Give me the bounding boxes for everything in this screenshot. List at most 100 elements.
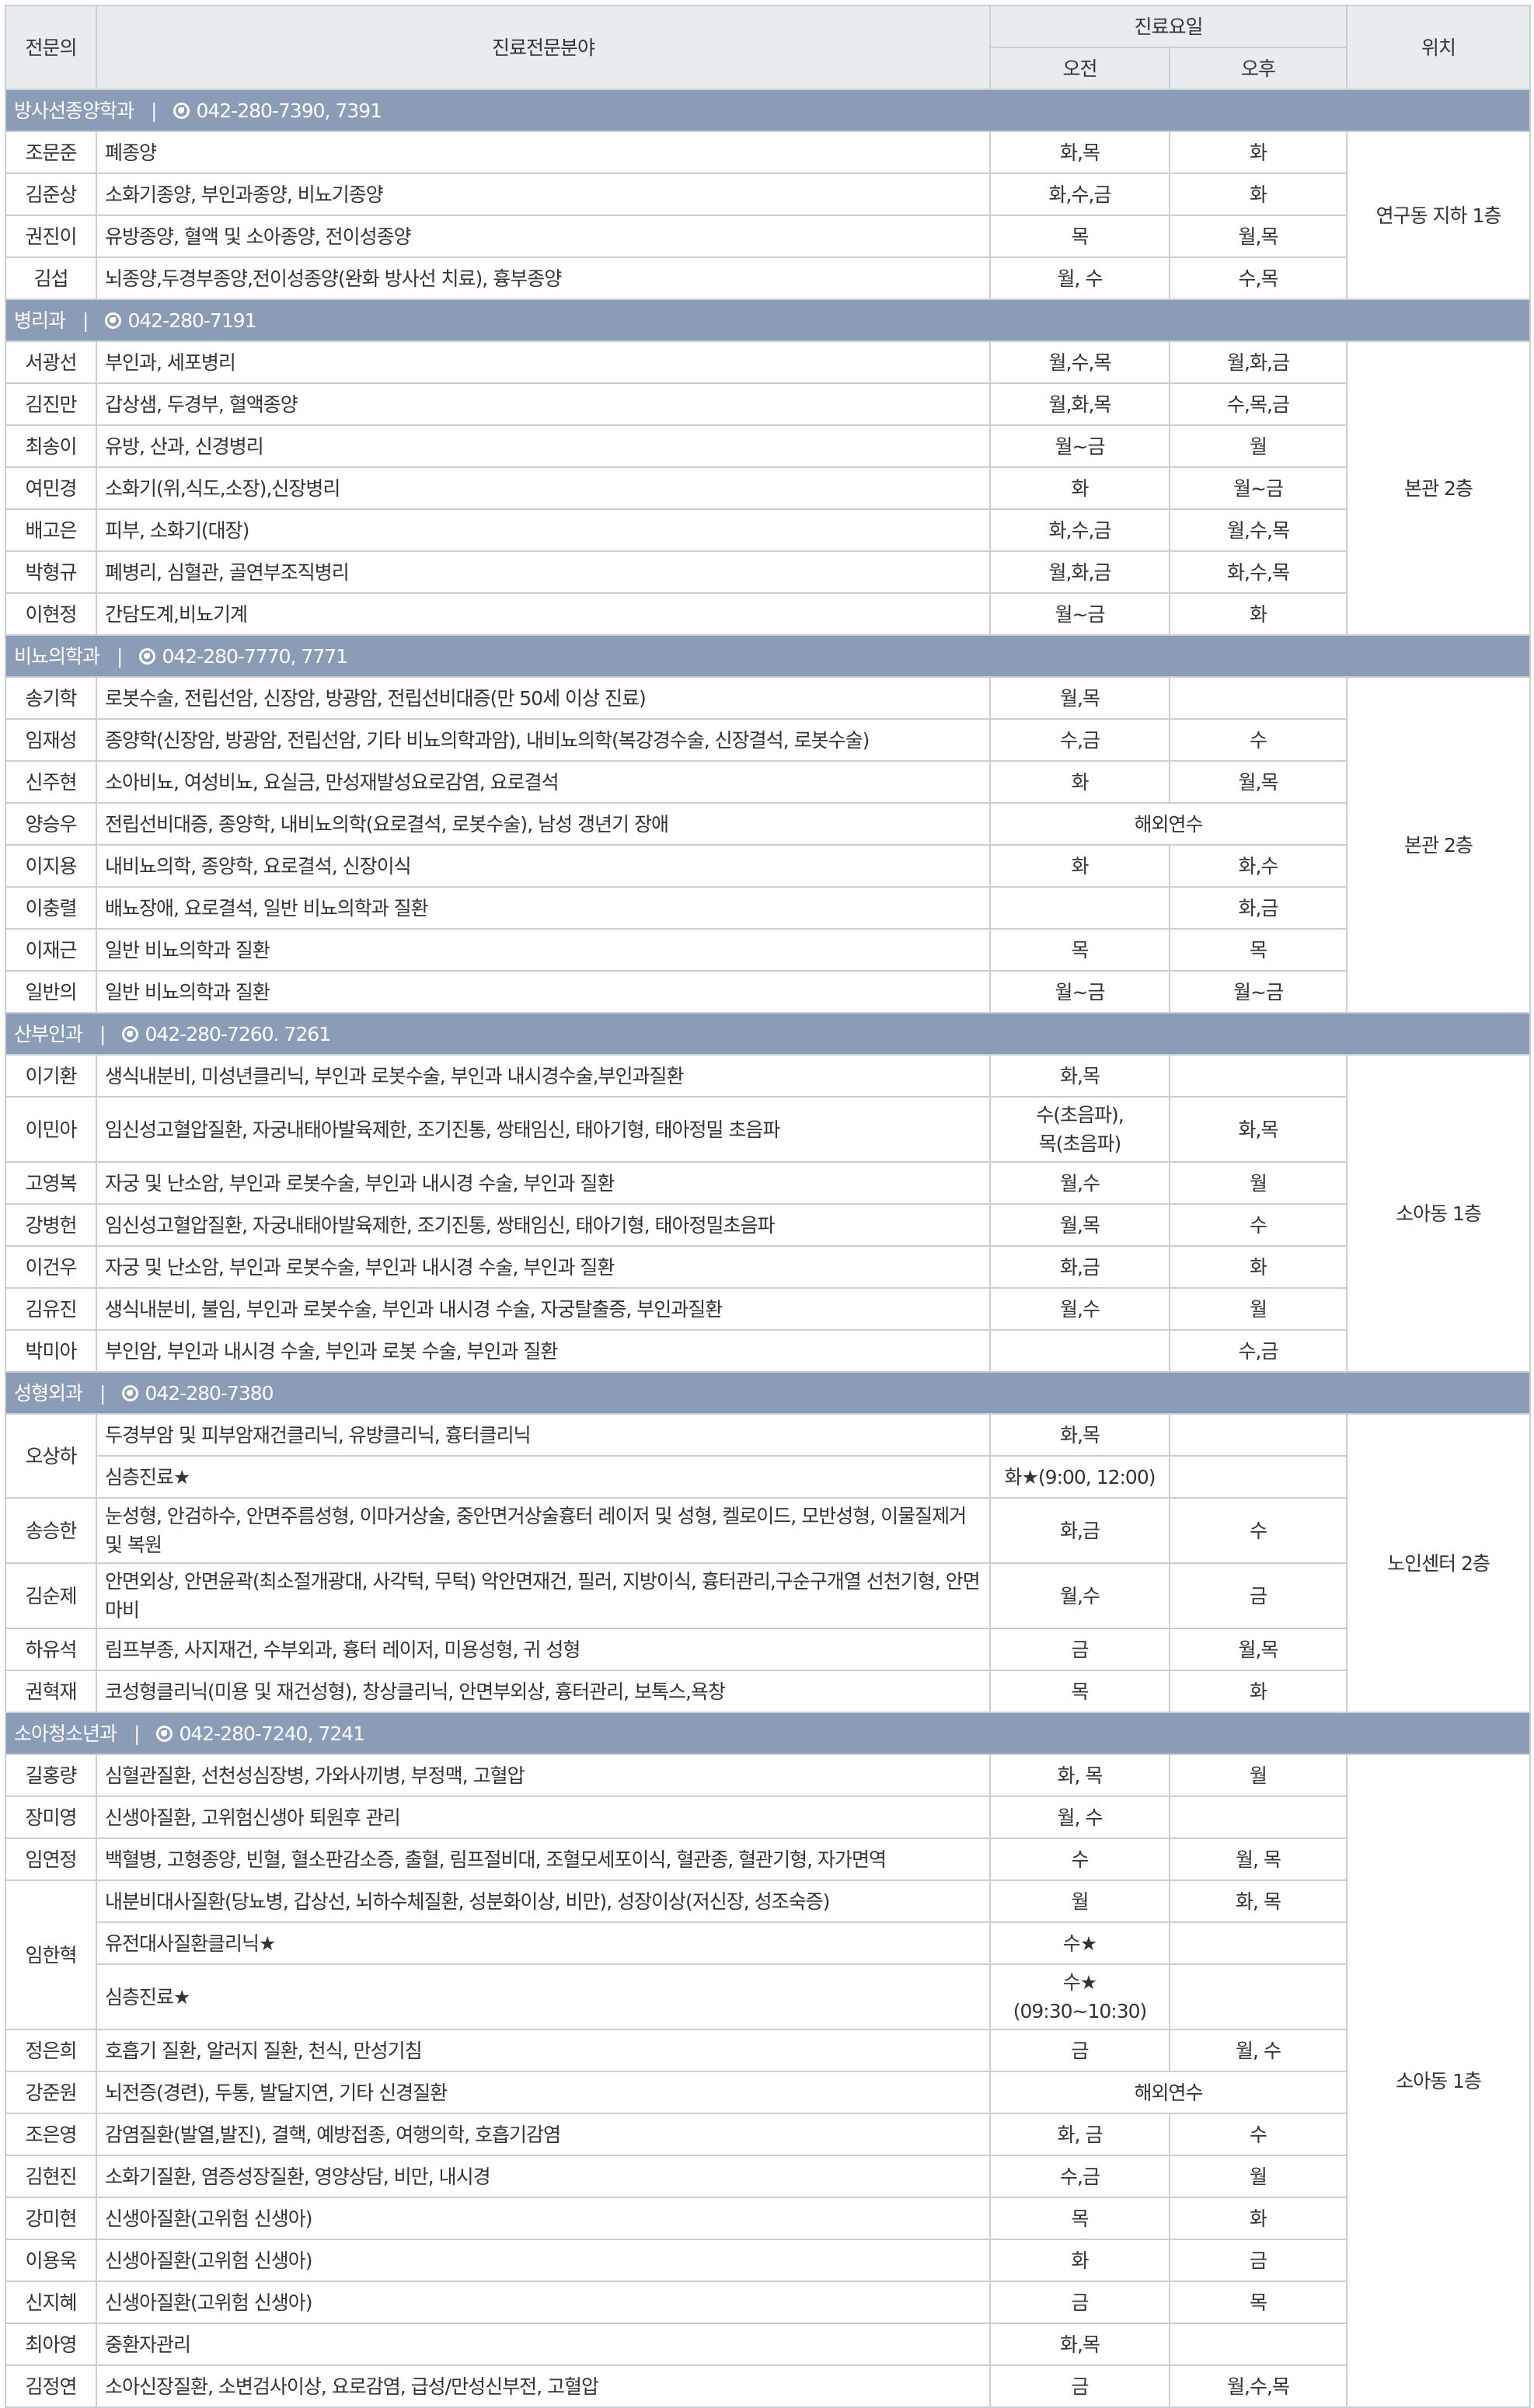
department-phone: 042-280-7770, 7771	[162, 644, 348, 668]
doctor-name: 오상하	[5, 1413, 97, 1499]
pm-schedule: 월	[1168, 2155, 1348, 2198]
department-header-row: 성형외과 | 042-280-7380	[4, 1371, 1532, 1415]
department-header: 소아청소년과 | 042-280-7240, 7241	[4, 1712, 1532, 1755]
department-phone: 042-280-7260. 7261	[145, 1022, 331, 1045]
phone-icon	[122, 1025, 139, 1042]
doctor-name: 박형규	[5, 550, 97, 594]
specialty: 피부, 소화기(대장)	[96, 508, 991, 552]
pm-schedule: 목	[1168, 928, 1348, 972]
department-header: 병리과 | 042-280-7191	[4, 298, 1532, 342]
doctor-name: 여민경	[5, 466, 97, 510]
phone-icon	[156, 1725, 173, 1742]
table-row: 심층진료★ 수★ (09:30~10:30)	[5, 1963, 1530, 2030]
pm-schedule: 화	[1168, 173, 1348, 216]
doctor-name: 이민아	[5, 1096, 97, 1163]
department-name: 비뇨의학과	[14, 644, 100, 668]
am-schedule: 목	[989, 215, 1170, 258]
table-row: 배고은 피부, 소화기(대장) 화,수,금 월,수,목	[5, 508, 1530, 552]
pm-schedule: 수,금	[1168, 1329, 1348, 1373]
table-row: 양승우 전립선비대증, 종양학, 내비뇨의학(요로결석, 로봇수술), 남성 갱년…	[5, 802, 1530, 846]
specialty: 전립선비대증, 종양학, 내비뇨의학(요로결석, 로봇수술), 남성 갱년기 장…	[96, 802, 991, 846]
pm-schedule: 월	[1168, 1754, 1348, 1797]
doctor-name: 이용욱	[5, 2239, 97, 2282]
doctor-name: 임한혁	[5, 1879, 97, 2030]
table-row: 임연정 백혈병, 고형종양, 빈혈, 혈소판감소증, 출혈, 림프절비대, 조혈모…	[5, 1837, 1530, 1881]
am-schedule: 월~금	[989, 592, 1170, 636]
location: 연구동 지하 1층	[1346, 131, 1532, 300]
pm-schedule: 화	[1168, 592, 1348, 636]
table-row: 고영복 자궁 및 난소암, 부인과 로봇수술, 부인과 내시경 수술, 부인과 질…	[5, 1161, 1530, 1205]
department-header-row: 비뇨의학과 | 042-280-7770, 7771	[4, 634, 1532, 678]
department-name: 방사선종양학과	[14, 99, 134, 122]
doctor-name: 이지용	[5, 844, 97, 888]
doctor-name: 장미영	[5, 1796, 97, 1839]
department-header-row: 소아청소년과 | 042-280-7240, 7241	[4, 1712, 1532, 1755]
department-name: 병리과	[14, 309, 66, 332]
pm-schedule: 화	[1168, 1245, 1348, 1289]
am-schedule: 화,목	[989, 131, 1170, 174]
table-body: 방사선종양학과 | 042-280-7390, 7391 조문준 폐종양 화,목 화 연구동 …	[4, 89, 1532, 2408]
doctor-name: 이기환	[5, 1054, 97, 1098]
specialty: 갑상샘, 두경부, 혈액종양	[96, 382, 991, 426]
pm-schedule: 월,수,목	[1168, 508, 1348, 552]
am-schedule: 화,금	[989, 1245, 1170, 1289]
specialty: 임신성고혈압질환, 자궁내태아발육제한, 조기진통, 쌍태임신, 태아기형, 태…	[96, 1096, 991, 1163]
doctor-name: 김섭	[5, 257, 97, 300]
specialty-column-header: 진료전문분야	[96, 5, 991, 90]
table-row: 박미아 부인암, 부인과 내시경 수술, 부인과 로봇 수술, 부인과 질환 수,금	[5, 1329, 1530, 1373]
table-row: 서광선 부인과, 세포병리 월,수,목 월,화,금 본관 2층	[5, 340, 1532, 636]
schedule-note: 해외연수	[988, 2071, 1348, 2114]
am-schedule: 월,화,목	[989, 382, 1170, 426]
table-row: 권혁재 코성형클리닉(미용 및 재건성형), 창상클리닉, 안면부외상, 흉터관리…	[5, 1670, 1530, 1713]
specialty: 생식내분비, 미성년클리닉, 부인과 로봇수술, 부인과 내시경수술,부인과질환	[96, 1054, 991, 1098]
specialty: 뇌전증(경련), 두통, 발달지연, 기타 신경질환	[96, 2071, 991, 2114]
table-row: 최아영 중환자관리 화,목	[5, 2322, 1530, 2366]
table-row: 일반의 일반 비뇨의학과 질환 월~금 월~금	[5, 970, 1530, 1014]
pm-schedule: 수	[1168, 1497, 1348, 1564]
doctor-name: 이현정	[5, 592, 97, 636]
doctor-name: 임연정	[5, 1837, 97, 1881]
doctor-name: 임재성	[5, 718, 97, 762]
department-name: 성형외과	[14, 1381, 83, 1405]
am-schedule: 화	[989, 760, 1170, 804]
phone-icon	[139, 647, 156, 665]
pm-schedule: 월,화,금	[1168, 340, 1348, 384]
department-header: 방사선종양학과 | 042-280-7390, 7391	[4, 89, 1532, 132]
table-row: 이재근 일반 비뇨의학과 질환 목 목	[5, 928, 1530, 972]
am-schedule: 화	[989, 466, 1170, 510]
location: 본관 2층	[1346, 340, 1532, 636]
table-row: 강준원 뇌전증(경련), 두통, 발달지연, 기타 신경질환 해외연수	[5, 2071, 1530, 2114]
department-phone: 042-280-7191	[127, 309, 256, 332]
am-schedule: 화,금	[989, 1497, 1170, 1564]
table-row: 신지혜 신생아질환(고위험 신생아) 금 목	[5, 2281, 1530, 2324]
location: 소아동 1층	[1346, 1754, 1532, 2408]
doctor-name: 신지혜	[5, 2281, 97, 2324]
location: 소아동 1층	[1346, 1054, 1532, 1373]
table-row: 조은영 감염질환(발열,발진), 결핵, 예방접종, 여행의학, 호흡기감염 화, …	[5, 2113, 1530, 2156]
doctor-name: 김현진	[5, 2155, 97, 2198]
department-phone: 042-280-7390, 7391	[196, 99, 382, 122]
specialty: 폐병리, 심혈관, 골연부조직병리	[96, 550, 991, 594]
doctor-name: 김정연	[5, 2364, 97, 2408]
doctor-name: 권진이	[5, 215, 97, 258]
am-schedule: 목	[989, 1670, 1170, 1713]
pm-schedule: 월	[1168, 1287, 1348, 1331]
am-schedule: 월,수	[989, 1287, 1170, 1331]
specialty: 폐종양	[96, 131, 991, 174]
pm-schedule: 금	[1168, 1562, 1348, 1629]
table-row: 이충렬 배뇨장애, 요로결석, 일반 비뇨의학과 질환 화,금	[5, 886, 1530, 930]
doctor-name: 길홍량	[5, 1754, 97, 1797]
location-column-header: 위치	[1346, 5, 1532, 90]
separator: |	[99, 1381, 106, 1405]
pm-schedule: 화,수	[1168, 844, 1348, 888]
pm-schedule: 월,목	[1168, 215, 1348, 258]
specialty: 감염질환(발열,발진), 결핵, 예방접종, 여행의학, 호흡기감염	[96, 2113, 991, 2156]
table-row: 김유진 생식내분비, 불임, 부인과 로봇수술, 부인과 내시경 수술, 자궁탈출…	[5, 1287, 1530, 1331]
am-schedule: 수	[989, 1837, 1170, 1881]
am-schedule	[989, 886, 1170, 930]
am-schedule: 금	[989, 2364, 1170, 2408]
specialty: 소화기질환, 염증성장질환, 영양상담, 비만, 내시경	[96, 2155, 991, 2198]
specialty: 심층진료★	[96, 1455, 991, 1499]
pm-schedule: 수	[1168, 1203, 1348, 1247]
specialty: 소아비뇨, 여성비뇨, 요실금, 만성재발성요로감염, 요로결석	[96, 760, 991, 804]
